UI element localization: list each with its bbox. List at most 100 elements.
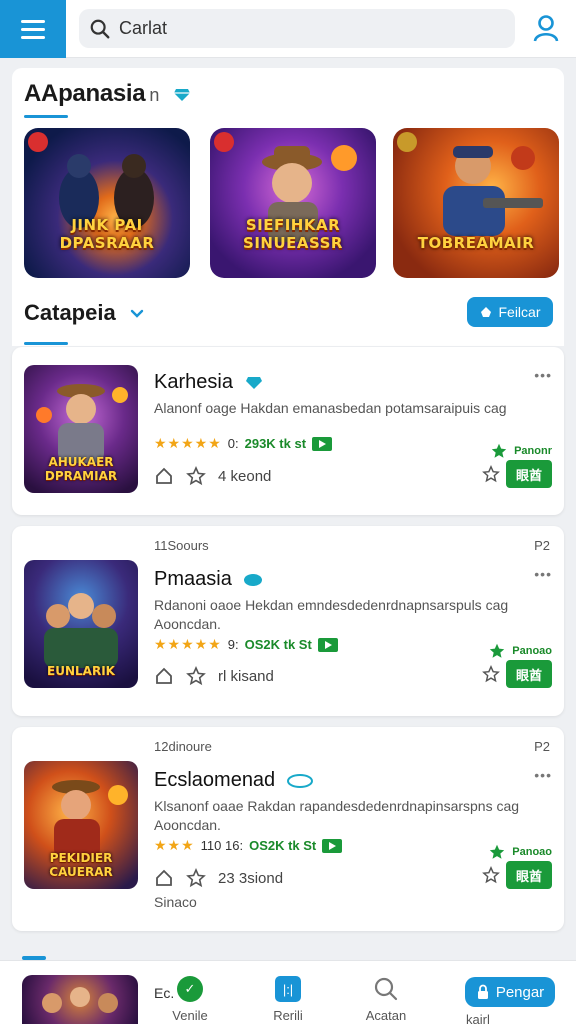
home-icon[interactable] [154,868,174,888]
top-bar [0,0,576,58]
game-rating: ★★★ 110 16: OS2K tk St [154,837,343,854]
diamond-icon [245,376,262,389]
more-options-icon[interactable]: ••• [534,767,552,783]
nav-item-label: Rerili [273,1008,303,1023]
favorite-star-icon[interactable] [482,866,500,884]
download-stat: OS2K tk St [244,637,312,652]
game-rating: ★★★★★ 9: OS2K tk St [154,636,338,653]
list-item[interactable]: 12dinoure P2 PEKIDIER CAUERAR ••• Ecslao… [12,727,564,931]
rank-badge: Panoao [488,843,552,861]
rating-number: 110 16: [200,838,244,853]
download-stat: 293K tk st [244,436,307,451]
nav-item-label: Venile [172,1008,208,1023]
game-meta: rl kisand [154,666,274,686]
game-name-text: Pmaasia [154,568,232,590]
star-icon [490,643,505,658]
category-title[interactable]: Catapeia [24,300,144,326]
featured-thumb-badge [28,132,48,152]
featured-title-text: AApanasia [24,80,146,107]
nav-item-rerili[interactable]: |:| Rerili [258,976,318,1023]
star-icon [491,443,507,458]
play-store-icon [317,637,338,652]
more-options-icon[interactable]: ••• [534,367,552,383]
rank-badge: Panonr [490,442,552,460]
category-underline [24,342,68,345]
featured-thumb-3[interactable]: TOBREAMAIR [393,128,559,278]
user-icon[interactable] [530,12,562,44]
get-button[interactable]: 眼酋 [506,861,552,889]
featured-thumb-1[interactable]: JINK PAI DPASRAAR [24,128,190,278]
game-description: Klsanonf oaae Rakdan rapandesdedenrdnapi… [154,797,544,835]
menu-icon-line [21,27,45,31]
list-item[interactable]: AHUKAER DPRAMIAR ••• Karhesia Alanonf oa… [12,347,564,515]
menu-button[interactable] [0,0,66,58]
star-icon [490,844,505,859]
game-cover: EUNLARIK [24,560,138,688]
menu-icon-line [21,35,45,39]
featured-underline [24,115,68,118]
game-cover: PEKIDIER CAUERAR [24,761,138,889]
mini-cover-art [42,987,118,1013]
mini-player-thumb[interactable] [22,975,138,1024]
book-icon: |:| [275,976,301,1002]
nav-item-venile[interactable]: ✓ Venile [160,976,220,1023]
get-button[interactable]: 眼酋 [506,460,552,488]
search-bar[interactable] [79,9,515,48]
bottom-nav-handle [22,956,46,960]
game-cover-caption: PEKIDIER CAUERAR [49,851,113,879]
game-rating: ★★★★★ 0: 293K tk st [154,435,333,452]
favorite-star-icon[interactable] [482,465,500,483]
rank-label: Panonr [514,445,552,457]
primary-cta-sublabel: kairl [466,1012,490,1024]
game-description: Alanonf oage Hakdan emanasbedan potamsar… [154,400,507,416]
game-meta: 4 keond [154,466,271,486]
game-name-text: Ecslaomenad [154,769,276,791]
game-name-text: Karhesia [154,371,233,393]
featured-section: AApanasia n JINK PAI DPASRAAR SIEFIHKAR S… [12,68,564,346]
diamond-icon [286,773,313,788]
home-icon[interactable] [154,466,174,486]
soldier-character [443,146,543,236]
post-time: 12dinoure [154,739,212,754]
play-store-icon [322,838,343,853]
featured-thumb-caption: JINK PAI DPASRAAR [59,216,155,252]
bookmark-icon [481,307,492,317]
nav-item-label: Acatan [365,1008,407,1023]
menu-icon-line [21,19,45,23]
star-outline-icon[interactable] [186,868,206,888]
follow-button[interactable]: Feilcar [467,297,553,327]
download-stat: OS2K tk St [249,838,317,853]
rating-stars: ★★★ [154,837,195,853]
game-name: Karhesia [154,371,263,394]
page-indicator: P2 [534,538,550,553]
rating-stars: ★★★★★ [154,435,222,451]
primary-cta-button[interactable]: Pengar [465,977,555,1007]
star-outline-icon[interactable] [186,666,206,686]
game-description-line: Klsanonf oaae Rakdan rapandesdedenrdnapi… [154,798,520,814]
diamond-icon [244,573,263,586]
more-options-icon[interactable]: ••• [534,566,552,582]
search-input[interactable] [119,18,499,39]
follow-button-label: Feilcar [498,304,541,320]
favorite-star-icon[interactable] [482,665,500,683]
play-store-icon [312,436,333,451]
rank-label: Panoao [512,846,552,858]
star-outline-icon[interactable] [186,466,206,486]
game-name: Ecslaomenad [154,769,313,792]
lock-icon [477,984,488,999]
featured-title: AApanasia n [24,80,191,108]
featured-title-suffix: n [149,85,160,105]
rating-number: 0: [227,436,239,451]
game-description: Rdanoni oaoe Hekdan emndesdedenrdnapnsar… [154,596,544,634]
game-cover-caption: EUNLARIK [47,664,115,678]
game-description-line: Aooncdan. [154,817,221,833]
rating-number: 9: [227,637,239,652]
list-item[interactable]: 11Soours P2 EUNLARIK ••• Pmaasia Rdanoni… [12,526,564,716]
nav-item-acatan[interactable]: Acatan [356,976,416,1023]
game-meta-text: 23 3siond [218,869,284,887]
rating-stars: ★★★★★ [154,636,222,652]
featured-thumb-badge [214,132,234,152]
get-button[interactable]: 眼酋 [506,660,552,688]
featured-thumb-2[interactable]: SIEFIHKAR SINUEASSR [210,128,376,278]
home-icon[interactable] [154,666,174,686]
